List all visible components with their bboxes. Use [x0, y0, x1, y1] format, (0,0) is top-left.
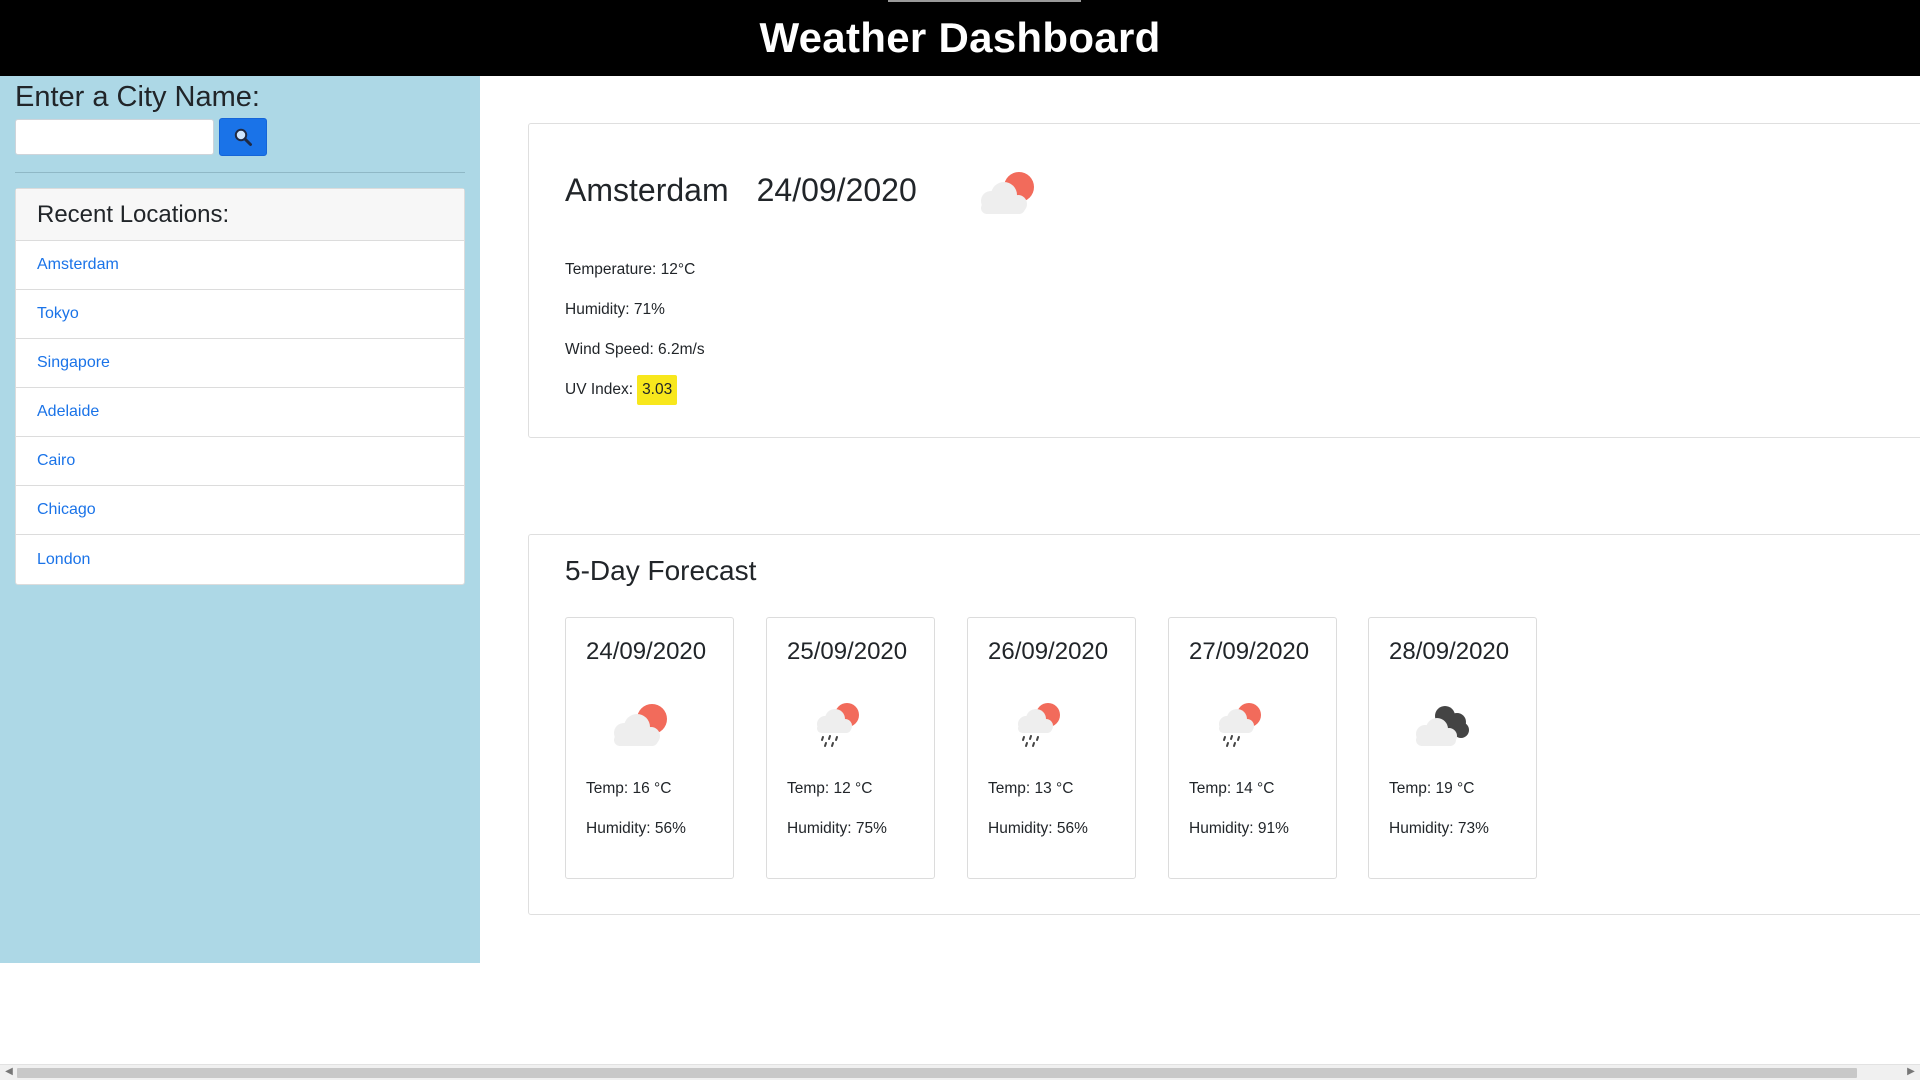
search-row: [15, 118, 465, 156]
current-weather-card: Amsterdam 24/09/2020 Temperature: 12°C H…: [528, 123, 1920, 438]
forecast-date: 25/09/2020: [787, 638, 908, 665]
overcast-clouds-icon: [1405, 700, 1477, 757]
forecast-card-day-5: 28/09/2020 Temp: 19 °C Humidity: 73%: [1368, 617, 1537, 879]
current-weather-title: Amsterdam 24/09/2020: [565, 172, 917, 209]
forecast-humidity: Humidity: 75%: [787, 820, 887, 837]
current-weather-stats: Temperature: 12°C Humidity: 71% Wind Spe…: [565, 250, 705, 410]
forecast-date: 27/09/2020: [1189, 638, 1310, 665]
city-search-input[interactable]: [15, 119, 214, 155]
recent-location-chicago[interactable]: Chicago: [16, 486, 464, 535]
rain-sun-icon: [1205, 700, 1277, 757]
recent-locations-card: Recent Locations: Amsterdam Tokyo Singap…: [15, 188, 465, 585]
forecast-card-day-2: 25/09/2020 Temp: 12 °C Humidity: 75%: [766, 617, 935, 879]
recent-location-amsterdam[interactable]: Amsterdam: [16, 241, 464, 290]
rain-sun-icon: [803, 700, 875, 757]
partly-cloudy-icon: [602, 700, 674, 757]
forecast-card-day-4: 27/09/2020 Temp: 14 °C Humidity: 91%: [1168, 617, 1337, 879]
scroll-right-icon[interactable]: ▶: [1904, 1066, 1918, 1077]
current-date: 24/09/2020: [756, 172, 917, 208]
forecast-humidity: Humidity: 91%: [1189, 820, 1289, 837]
recent-location-london[interactable]: London: [16, 535, 464, 584]
current-humidity: Humidity: 71%: [565, 301, 665, 318]
sidebar-divider: [15, 172, 465, 173]
forecast-section: 5-Day Forecast 24/09/2020 Temp: 16 °C Hu…: [528, 534, 1920, 915]
current-wind-speed: Wind Speed: 6.2m/s: [565, 341, 705, 358]
forecast-date: 24/09/2020: [586, 638, 707, 665]
header-top-line: [888, 0, 1081, 2]
recent-locations-list: Amsterdam Tokyo Singapore Adelaide Cairo…: [16, 241, 464, 584]
current-uv-index: UV Index: 3.03: [565, 370, 705, 410]
scrollbar-thumb[interactable]: [17, 1068, 1857, 1078]
page-header: Weather Dashboard: [0, 0, 1920, 76]
uv-index-value: 3.03: [637, 375, 678, 405]
forecast-temp: Temp: 16 °C: [586, 780, 672, 797]
recent-location-cairo[interactable]: Cairo: [16, 437, 464, 486]
partly-cloudy-icon: [969, 168, 1041, 225]
recent-location-tokyo[interactable]: Tokyo: [16, 290, 464, 339]
horizontal-scrollbar[interactable]: ◀ ▶: [0, 1064, 1920, 1080]
forecast-humidity: Humidity: 56%: [586, 820, 686, 837]
forecast-date: 26/09/2020: [988, 638, 1109, 665]
forecast-card-day-3: 26/09/2020 Temp: 13 °C Humidity: 56%: [967, 617, 1136, 879]
current-city: Amsterdam: [565, 172, 729, 208]
magnifier-icon: [234, 128, 252, 146]
forecast-date: 28/09/2020: [1389, 638, 1510, 665]
rain-sun-icon: [1004, 700, 1076, 757]
forecast-humidity: Humidity: 56%: [988, 820, 1088, 837]
forecast-temp: Temp: 14 °C: [1189, 780, 1275, 797]
forecast-title: 5-Day Forecast: [565, 555, 757, 586]
scroll-left-icon[interactable]: ◀: [2, 1066, 16, 1077]
forecast-card-day-1: 24/09/2020 Temp: 16 °C Humidity: 56%: [565, 617, 734, 879]
recent-locations-title: Recent Locations:: [16, 189, 464, 241]
search-button[interactable]: [219, 118, 267, 156]
forecast-humidity: Humidity: 73%: [1389, 820, 1489, 837]
forecast-temp: Temp: 19 °C: [1389, 780, 1475, 797]
page-title: Weather Dashboard: [759, 14, 1161, 61]
forecast-temp: Temp: 13 °C: [988, 780, 1074, 797]
recent-location-singapore[interactable]: Singapore: [16, 339, 464, 388]
recent-location-adelaide[interactable]: Adelaide: [16, 388, 464, 437]
search-label: Enter a City Name:: [15, 81, 260, 113]
forecast-temp: Temp: 12 °C: [787, 780, 873, 797]
current-temperature: Temperature: 12°C: [565, 261, 696, 278]
uv-index-label: UV Index:: [565, 381, 634, 398]
sidebar: Enter a City Name: Recent Locations: Ams…: [0, 76, 480, 963]
